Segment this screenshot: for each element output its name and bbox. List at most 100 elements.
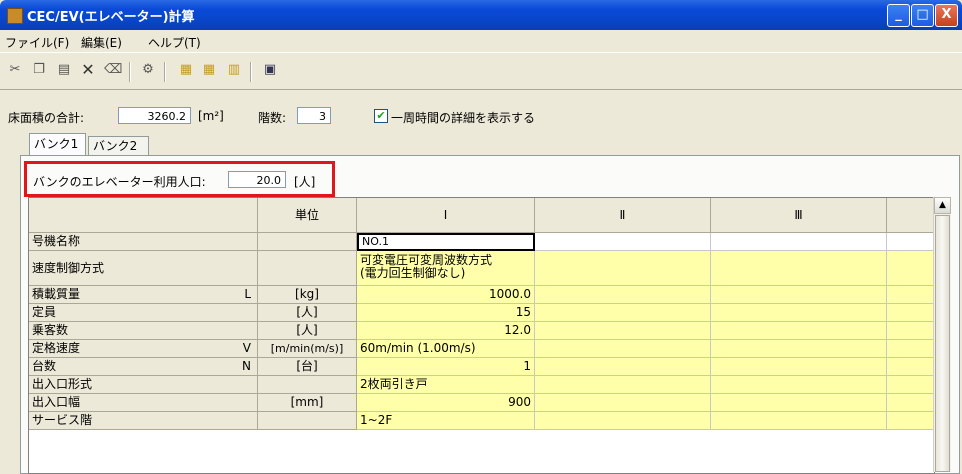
toolbar-separator — [129, 62, 131, 82]
scroll-up-button[interactable]: ▲ — [934, 197, 951, 214]
cell-units-1[interactable]: 1 — [357, 358, 535, 376]
detail-checkbox-label: 一周時間の詳細を表示する — [391, 111, 536, 125]
cell-name-3[interactable] — [711, 233, 887, 251]
detail-checkbox[interactable]: ✔ — [374, 109, 388, 123]
cell-rated-speed-2[interactable] — [535, 340, 711, 358]
cell-persons-extra[interactable] — [887, 304, 934, 322]
cell-name-extra[interactable] — [887, 233, 934, 251]
row-name: 台数 — [32, 359, 57, 373]
add-column-icon[interactable]: ▦ — [178, 62, 194, 78]
cell-door-width-2[interactable] — [535, 394, 711, 412]
maximize-button[interactable]: □ — [911, 4, 934, 27]
cell-name-1[interactable]: NO.1 — [357, 233, 535, 251]
remove-column-icon[interactable]: ▥ — [226, 62, 242, 78]
cell-service-floors-2[interactable] — [535, 412, 711, 430]
cell-persons-2[interactable] — [535, 304, 711, 322]
paste-icon[interactable]: ▤ — [56, 62, 72, 78]
row-unit: [m/min(m/s)] — [258, 340, 357, 358]
header-unit: 単位 — [258, 198, 357, 233]
highlight-box — [24, 161, 335, 197]
header-item — [29, 198, 258, 233]
cell-speed-control-3[interactable] — [711, 251, 887, 286]
header-col-3: Ⅲ — [711, 198, 887, 233]
cell-door-type-2[interactable] — [535, 376, 711, 394]
cell-service-floors-3[interactable] — [711, 412, 887, 430]
backspace-icon[interactable]: ⌫ — [104, 62, 122, 78]
cell-passengers-3[interactable] — [711, 322, 887, 340]
cell-passengers-extra[interactable] — [887, 322, 934, 340]
cell-speed-control-1[interactable]: 可変電圧可変周波数方式 (電力回生制御なし) — [357, 251, 535, 286]
menu-help[interactable]: ヘルプ(T) — [148, 34, 201, 51]
title-bar: CEC/EV(エレベーター)計算 _ □ X — [0, 0, 962, 30]
cell-persons-1[interactable]: 15 — [357, 304, 535, 322]
cell-capacity-extra[interactable] — [887, 286, 934, 304]
cell-speed-control-2[interactable] — [535, 251, 711, 286]
cell-capacity-2[interactable] — [535, 286, 711, 304]
row-label: 号機名称 — [29, 233, 258, 251]
row-unit: [人] — [258, 322, 357, 340]
cell-door-width-1[interactable]: 900 — [357, 394, 535, 412]
cell-service-floors-extra[interactable] — [887, 412, 934, 430]
minimize-button[interactable]: _ — [887, 4, 910, 27]
row-unit: [kg] — [258, 286, 357, 304]
cell-door-width-3[interactable] — [711, 394, 887, 412]
window-title: CEC/EV(エレベーター)計算 — [27, 10, 195, 25]
row-name: 積載質量 — [32, 287, 81, 301]
cell-units-2[interactable] — [535, 358, 711, 376]
cell-passengers-1[interactable]: 12.0 — [357, 322, 535, 340]
settings-icon[interactable]: ⚙ — [140, 62, 156, 78]
insert-column-icon[interactable]: ▦ — [201, 62, 217, 78]
scroll-thumb[interactable] — [935, 215, 950, 472]
row-label: 乗客数 — [29, 322, 258, 340]
cell-rated-speed-extra[interactable] — [887, 340, 934, 358]
cell-units-extra[interactable] — [887, 358, 934, 376]
tab-bank1[interactable]: バンク1 — [29, 133, 86, 155]
row-unit: [人] — [258, 304, 357, 322]
tab-bank2[interactable]: バンク2 — [88, 136, 149, 155]
row-label: 積載質量 L — [29, 286, 258, 304]
menu-file[interactable]: ファイル(F) — [5, 34, 69, 51]
menu-edit[interactable]: 編集(E) — [81, 34, 122, 51]
cell-name-2[interactable] — [535, 233, 711, 251]
cell-passengers-2[interactable] — [535, 322, 711, 340]
cell-capacity-3[interactable] — [711, 286, 887, 304]
row-unit — [258, 251, 357, 286]
row-label: サービス階 — [29, 412, 258, 430]
floors-label: 階数: — [258, 111, 287, 125]
cell-rated-speed-3[interactable] — [711, 340, 887, 358]
row-label: 速度制御方式 — [29, 251, 258, 286]
cell-rated-speed-1[interactable]: 60m/min (1.00m/s) — [357, 340, 535, 358]
row-unit: [台] — [258, 358, 357, 376]
row-unit — [258, 376, 357, 394]
row-unit — [258, 233, 357, 251]
cell-capacity-1[interactable]: 1000.0 — [357, 286, 535, 304]
cut-icon[interactable]: ✂ — [7, 62, 23, 78]
header-col-2: Ⅱ — [535, 198, 711, 233]
floors-input[interactable]: 3 — [297, 107, 331, 124]
cell-door-type-1[interactable]: 2枚両引き戸 — [357, 376, 535, 394]
header-col-extra — [887, 198, 934, 233]
floor-area-input[interactable]: 3260.2 — [118, 107, 191, 124]
floor-area-label: 床面積の合計: — [8, 111, 85, 125]
row-label: 出入口幅 — [29, 394, 258, 412]
row-label: 台数 N — [29, 358, 258, 376]
app-icon — [7, 8, 23, 24]
vertical-scrollbar[interactable]: ▲ — [933, 197, 951, 472]
row-label: 定格速度 V — [29, 340, 258, 358]
cell-door-type-extra[interactable] — [887, 376, 934, 394]
cell-persons-3[interactable] — [711, 304, 887, 322]
cell-door-type-3[interactable] — [711, 376, 887, 394]
close-button[interactable]: X — [935, 4, 958, 27]
delete-icon[interactable]: ✕ — [80, 62, 96, 78]
cell-units-3[interactable] — [711, 358, 887, 376]
row-label: 出入口形式 — [29, 376, 258, 394]
cell-service-floors-1[interactable]: 1~2F — [357, 412, 535, 430]
calculator-icon[interactable]: ▣ — [262, 62, 278, 78]
floor-area-unit: [m²] — [198, 109, 224, 123]
cell-speed-control-extra[interactable] — [887, 251, 934, 286]
row-symbol: N — [242, 359, 251, 373]
copy-icon[interactable]: ❐ — [31, 62, 47, 78]
row-name: 定格速度 — [32, 341, 81, 355]
speed-control-line2: (電力回生制御なし) — [360, 266, 466, 280]
cell-door-width-extra[interactable] — [887, 394, 934, 412]
